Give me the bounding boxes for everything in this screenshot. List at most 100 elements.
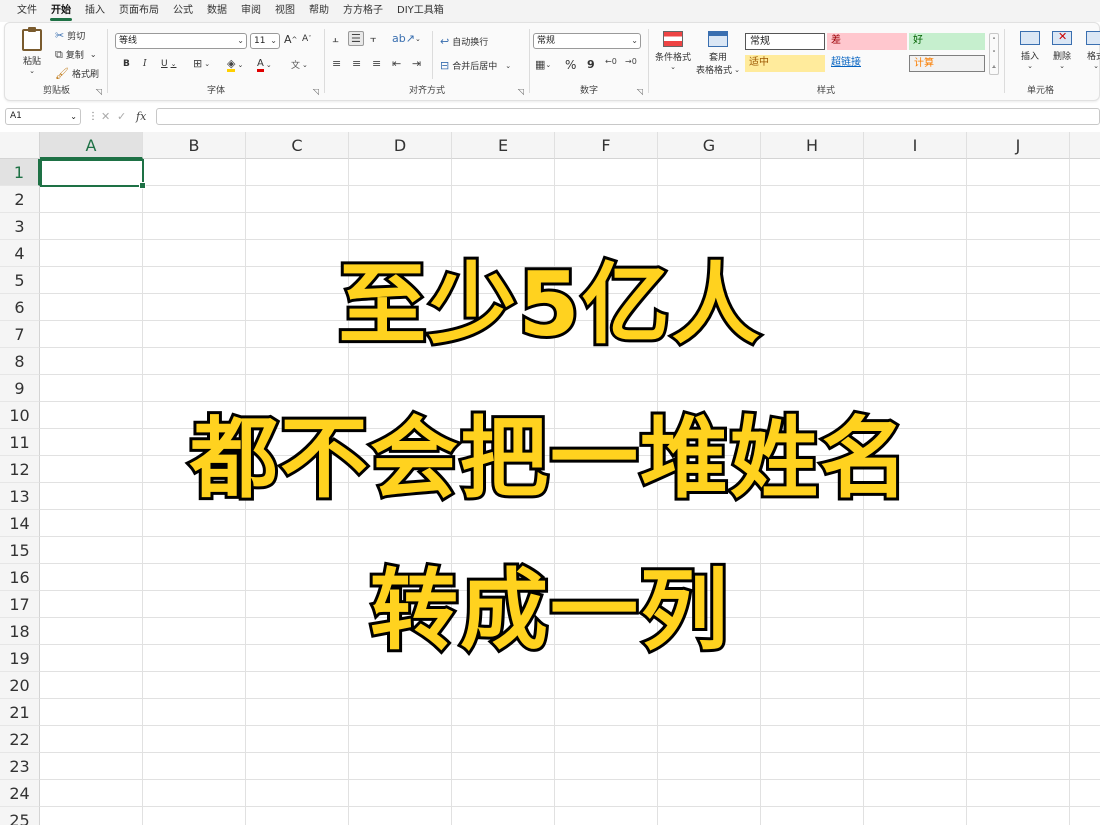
- phonetic-button[interactable]: 文 ⌄: [291, 58, 308, 72]
- dialog-launcher-icon[interactable]: ◹: [313, 87, 319, 96]
- align-middle-button[interactable]: ☰: [348, 31, 364, 46]
- align-left-icon: ≡: [332, 57, 342, 70]
- align-right-button[interactable]: ≡: [372, 58, 381, 69]
- row-header-23[interactable]: 23: [0, 753, 40, 780]
- paste-button[interactable]: 粘贴 ⌄: [15, 27, 49, 75]
- tab-3[interactable]: 页面布局: [112, 0, 166, 22]
- insert-function-icon[interactable]: fx: [136, 110, 146, 123]
- tab-9[interactable]: 方方格子: [336, 0, 390, 22]
- format-cells-button[interactable]: 格式 ⌄: [1081, 31, 1100, 70]
- wrap-text-button[interactable]: ↩ 自动换行: [440, 35, 488, 48]
- delete-cells-button[interactable]: ✕ 删除 ⌄: [1047, 30, 1077, 70]
- column-header-g[interactable]: G: [658, 132, 761, 159]
- chevron-down-icon: ⌄: [302, 60, 308, 69]
- format-cells-icon: [1086, 31, 1100, 45]
- chevron-down-icon: ⌄: [505, 61, 512, 70]
- bold-button[interactable]: B: [123, 59, 130, 69]
- copy-button[interactable]: ⧉ 复制 ⌄: [55, 48, 97, 61]
- underline-button[interactable]: U ⌄: [161, 59, 176, 69]
- name-box-value: A1: [10, 111, 22, 121]
- row-header-24[interactable]: 24: [0, 780, 40, 807]
- group-divider: [107, 29, 108, 93]
- enter-icon[interactable]: ✓: [117, 110, 126, 123]
- formula-input[interactable]: [156, 108, 1100, 125]
- tab-7[interactable]: 视图: [268, 0, 302, 22]
- underline-label: U: [161, 59, 168, 69]
- decrease-decimal-button[interactable]: →0: [625, 58, 637, 66]
- comma-style-button[interactable]: 9: [587, 58, 595, 71]
- cell-style-4[interactable]: 超链接: [827, 55, 907, 72]
- increase-decimal-button[interactable]: ←0: [605, 58, 617, 66]
- row-header-22[interactable]: 22: [0, 726, 40, 753]
- chevron-down-icon: ⌄: [70, 112, 77, 121]
- dialog-launcher-icon[interactable]: ◹: [518, 87, 524, 96]
- active-cell-a1[interactable]: [40, 159, 146, 189]
- conditional-format-button[interactable]: 条件格式 ⌄: [653, 31, 693, 71]
- align-center-button[interactable]: ≡: [352, 58, 361, 69]
- align-left-button[interactable]: ≡: [332, 58, 341, 69]
- column-header-overflow[interactable]: [1070, 132, 1100, 159]
- column-header-f[interactable]: F: [555, 132, 658, 159]
- cell-style-2[interactable]: 好: [909, 33, 985, 50]
- merge-center-button[interactable]: ⊟ 合并后居中 ⌄: [440, 59, 511, 72]
- grow-font-button[interactable]: A ^: [284, 33, 297, 46]
- orientation-button[interactable]: ab↗ ⌄: [392, 33, 421, 44]
- format-as-table-button[interactable]: 套用 表格格式 ⌄: [695, 31, 741, 76]
- fill-color-button[interactable]: ◈ ⌄: [227, 58, 243, 72]
- font-size-select[interactable]: 11 ⌄: [250, 33, 280, 49]
- number-format-select[interactable]: 常规 ⌄: [533, 33, 641, 49]
- column-header-a[interactable]: A: [40, 132, 143, 159]
- cell-style-0[interactable]: 常规: [745, 33, 825, 50]
- decrease-indent-button[interactable]: ⇤: [392, 58, 401, 69]
- row-header-1[interactable]: 1: [0, 159, 40, 186]
- row-header-25[interactable]: 25: [0, 807, 40, 825]
- font-name-select[interactable]: 等线 ⌄: [115, 33, 247, 49]
- dialog-launcher-icon[interactable]: ◹: [96, 87, 102, 96]
- gallery-scroll[interactable]: ˄ ˅ ⩡: [989, 33, 999, 75]
- tab-8[interactable]: 帮助: [302, 0, 336, 22]
- tab-6[interactable]: 审阅: [234, 0, 268, 22]
- cell-style-3[interactable]: 适中: [745, 55, 825, 72]
- tab-4[interactable]: 公式: [166, 0, 200, 22]
- format-painter-button[interactable]: 🖌 格式刷: [55, 67, 99, 80]
- styles-group-label: 样式: [816, 86, 835, 96]
- tab-1[interactable]: 开始: [44, 0, 78, 22]
- align-bottom-button[interactable]: ⫟: [370, 33, 377, 44]
- increase-indent-button[interactable]: ⇥: [412, 58, 421, 69]
- select-all-corner[interactable]: [0, 132, 40, 159]
- row-header-2[interactable]: 2: [0, 186, 40, 213]
- border-button[interactable]: ⊞ ⌄: [193, 58, 210, 69]
- tab-5[interactable]: 数据: [200, 0, 234, 22]
- cut-button[interactable]: ✂ 剪切: [55, 29, 85, 42]
- percent-label: %: [565, 58, 577, 72]
- dialog-launcher-icon[interactable]: ◹: [637, 87, 643, 96]
- cell-style-1[interactable]: 差: [827, 33, 907, 50]
- percent-button[interactable]: %: [565, 58, 576, 72]
- tab-10[interactable]: DIY工具箱: [390, 0, 451, 22]
- more-options-icon[interactable]: ⋮: [88, 111, 98, 122]
- align-bottom-icon: ⫟: [370, 32, 377, 45]
- text-orientation-icon: ab↗: [392, 32, 415, 45]
- tab-0[interactable]: 文件: [10, 0, 44, 22]
- row-header-21[interactable]: 21: [0, 699, 40, 726]
- cancel-icon[interactable]: ✕: [101, 110, 110, 123]
- column-header-h[interactable]: H: [761, 132, 864, 159]
- column-header-e[interactable]: E: [452, 132, 555, 159]
- cell-style-5[interactable]: 计算: [909, 55, 985, 72]
- column-header-d[interactable]: D: [349, 132, 452, 159]
- accounting-format-button[interactable]: ▦ ⌄: [535, 59, 551, 70]
- align-top-button[interactable]: ⫠: [332, 33, 339, 44]
- column-header-c[interactable]: C: [246, 132, 349, 159]
- column-header-j[interactable]: J: [967, 132, 1070, 159]
- column-header-i[interactable]: I: [864, 132, 967, 159]
- row-header-20[interactable]: 20: [0, 672, 40, 699]
- column-header-b[interactable]: B: [143, 132, 246, 159]
- tab-2[interactable]: 插入: [78, 0, 112, 22]
- name-box[interactable]: A1 ⌄: [5, 108, 81, 125]
- group-divider: [324, 29, 325, 93]
- italic-button[interactable]: I: [143, 59, 147, 69]
- shrink-font-button[interactable]: Aˇ: [302, 34, 312, 44]
- chevron-down-icon: ⌄: [29, 67, 35, 75]
- insert-cells-button[interactable]: 插入 ⌄: [1015, 31, 1045, 70]
- font-color-button[interactable]: A ⌄: [257, 58, 272, 72]
